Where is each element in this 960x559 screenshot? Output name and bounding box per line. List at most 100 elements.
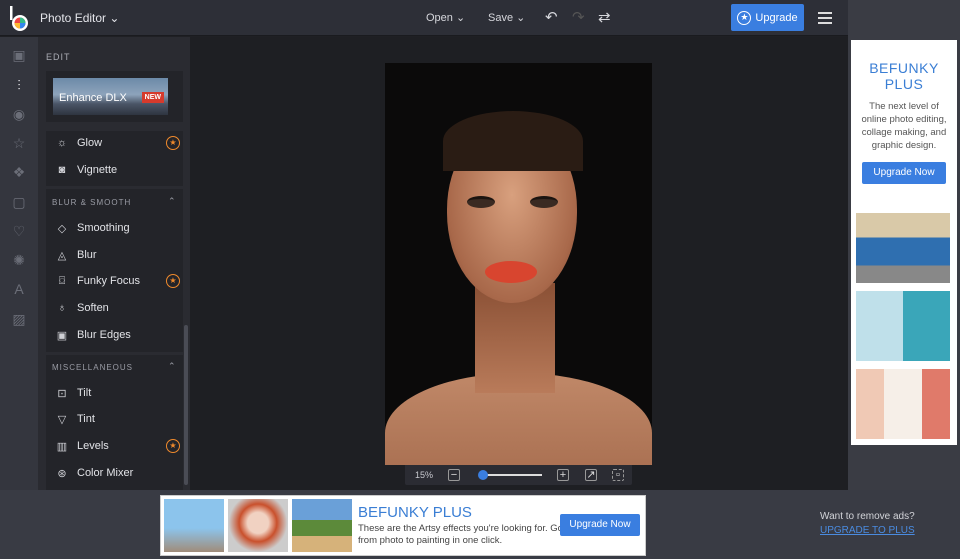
photo-canvas[interactable] <box>385 63 652 465</box>
ad-image-lighthouse <box>164 499 224 552</box>
pro-star-icon: ★ <box>166 439 180 453</box>
zoom-bar: 15% − + ↗ ▫ <box>405 465 632 485</box>
levels-icon: ▥ <box>56 440 68 453</box>
upgrade-to-plus-link[interactable]: UPGRADE TO PLUS <box>820 525 915 536</box>
zoom-out-button[interactable]: − <box>448 469 460 481</box>
menu-item-color-mixer[interactable]: ⊛ Color Mixer <box>46 460 183 486</box>
sliders-icon[interactable]: ⫶ <box>10 77 28 94</box>
bottom-ad-title: BEFUNKY PLUS <box>358 504 472 521</box>
app-title-dropdown[interactable]: Photo Editor ⌄ <box>40 11 119 25</box>
top-bar: Photo Editor ⌄ Open ⌄ Save ⌄ ↶ ↷ ⇄ ★ Upgr… <box>0 0 848 36</box>
bottom-ad-upgrade-button[interactable]: Upgrade Now <box>560 514 640 536</box>
canvas-area: 15% − + ↗ ▫ <box>190 37 848 490</box>
star-icon[interactable]: ☆ <box>10 135 28 152</box>
zoom-in-button[interactable]: + <box>557 469 569 481</box>
bottom-ad-text: These are the Artsy effects you're looki… <box>358 523 563 546</box>
chevron-up-icon[interactable]: ⌃ <box>168 361 176 372</box>
menu-item-funky-focus[interactable]: ⌼ Funky Focus ★ <box>46 268 183 294</box>
zoom-slider[interactable] <box>480 474 542 476</box>
heart-icon[interactable]: ♡ <box>10 223 28 240</box>
item-label: Blur Edges <box>77 329 131 341</box>
soften-icon: ♁ <box>57 302 67 314</box>
zoom-slider-handle[interactable] <box>478 470 489 480</box>
item-label: Color Mixer <box>77 467 134 479</box>
remove-ads-text: Want to remove ads? <box>820 511 915 522</box>
side-ad-text: The next level of online photo editing, … <box>861 101 947 151</box>
panel-scrollbar[interactable] <box>184 325 188 485</box>
ad-image-beach <box>856 291 950 361</box>
redo-icon[interactable]: ↷ <box>572 8 585 26</box>
item-label: Glow <box>77 137 103 149</box>
chevron-down-icon: ⌄ <box>109 11 120 25</box>
ad-image-summer <box>856 369 950 439</box>
tint-icon: ▽ <box>57 413 67 426</box>
actual-size-icon[interactable]: ↗ <box>585 469 597 481</box>
new-badge: NEW <box>141 92 164 103</box>
bottom-bar: BEFUNKY PLUS These are the Artsy effects… <box>0 490 960 559</box>
tilt-icon: ⊡ <box>57 387 67 400</box>
item-label: Smoothing <box>77 222 130 234</box>
eye-icon[interactable]: ◉ <box>10 106 28 123</box>
item-label: Soften <box>77 302 109 314</box>
item-label: Vignette <box>77 164 118 176</box>
section-miscellaneous[interactable]: MISCELLANEOUS <box>52 363 133 372</box>
color-mixer-icon: ⊛ <box>57 467 67 480</box>
item-label: Tilt <box>77 387 92 399</box>
sun-icon: ☼ <box>56 137 68 149</box>
swap-icon[interactable]: ⇄ <box>598 8 611 26</box>
bottom-ad[interactable]: BEFUNKY PLUS These are the Artsy effects… <box>160 495 646 556</box>
edit-heading: EDIT <box>46 52 71 62</box>
menu-item-blur-edges[interactable]: ▣ Blur Edges <box>46 322 183 348</box>
ad-image-car <box>856 213 950 283</box>
app-title: Photo Editor <box>40 11 107 25</box>
menu-item-blur[interactable]: ◬ Blur <box>46 242 183 268</box>
menu-item-tint[interactable]: ▽ Tint <box>46 406 183 432</box>
badge-icon[interactable]: ✺ <box>10 252 28 269</box>
ad-image-road <box>292 499 352 552</box>
focus-icon: ⌼ <box>58 274 66 287</box>
item-label: Levels <box>77 440 109 452</box>
texture-icon[interactable]: ▨ <box>10 311 28 328</box>
zoom-level: 15% <box>415 470 434 480</box>
menu-item-smoothing[interactable]: ◇ Smoothing <box>46 215 183 241</box>
hamburger-menu-icon[interactable] <box>818 12 832 27</box>
drop-icon: ◬ <box>57 249 67 262</box>
star-icon: ★ <box>737 10 752 25</box>
enhance-label: Enhance DLX <box>59 92 127 104</box>
side-ad-upgrade-button[interactable]: Upgrade Now <box>862 162 946 184</box>
chevron-up-icon[interactable]: ⌃ <box>168 196 176 207</box>
menu-item-glow[interactable]: ☼ Glow ★ <box>46 130 183 156</box>
enhance-dlx-button[interactable]: Enhance DLX NEW <box>53 78 168 115</box>
save-label: Save <box>488 12 514 24</box>
menu-item-levels[interactable]: ▥ Levels ★ <box>46 433 183 459</box>
undo-icon[interactable]: ↶ <box>545 8 558 26</box>
section-blur-smooth[interactable]: BLUR & SMOOTH <box>52 198 131 207</box>
menu-item-vignette[interactable]: ◙ Vignette <box>46 157 183 183</box>
side-ad[interactable]: BEFUNKY PLUS The next level of online ph… <box>851 40 957 445</box>
menu-item-soften[interactable]: ♁ Soften <box>46 295 183 321</box>
ad-image-portrait <box>228 499 288 552</box>
upgrade-label: Upgrade <box>755 11 798 24</box>
side-ad-title: BEFUNKY PLUS <box>869 60 939 92</box>
menu-item-tilt[interactable]: ⊡ Tilt <box>46 380 183 406</box>
tool-rail: ▣ ⫶ ◉ ☆ ❖ ▢ ♡ ✺ A ▨ <box>0 37 38 490</box>
diamond-icon: ◇ <box>57 222 67 235</box>
graphics-icon[interactable]: ❖ <box>10 164 28 181</box>
upgrade-button[interactable]: ★ Upgrade <box>731 4 804 31</box>
item-label: Funky Focus <box>77 275 140 287</box>
item-label: Tint <box>77 413 95 425</box>
edit-panel: EDIT Enhance DLX NEW ☼ Glow ★ ◙ Vignette BLU… <box>38 37 190 490</box>
pro-star-icon: ★ <box>166 274 180 288</box>
open-menu[interactable]: Open ⌄ <box>426 11 465 24</box>
vignette-icon: ◙ <box>58 164 66 176</box>
item-label: Blur <box>77 249 97 261</box>
frame-icon[interactable]: ▢ <box>10 194 28 211</box>
fit-screen-icon[interactable]: ▫ <box>612 469 624 481</box>
image-icon[interactable]: ▣ <box>10 47 28 64</box>
befunky-logo[interactable] <box>8 6 30 32</box>
text-icon[interactable]: A <box>10 281 28 297</box>
open-label: Open <box>426 12 453 24</box>
save-menu[interactable]: Save ⌄ <box>488 11 525 24</box>
blur-edges-icon: ▣ <box>56 329 68 342</box>
pro-star-icon: ★ <box>166 136 180 150</box>
